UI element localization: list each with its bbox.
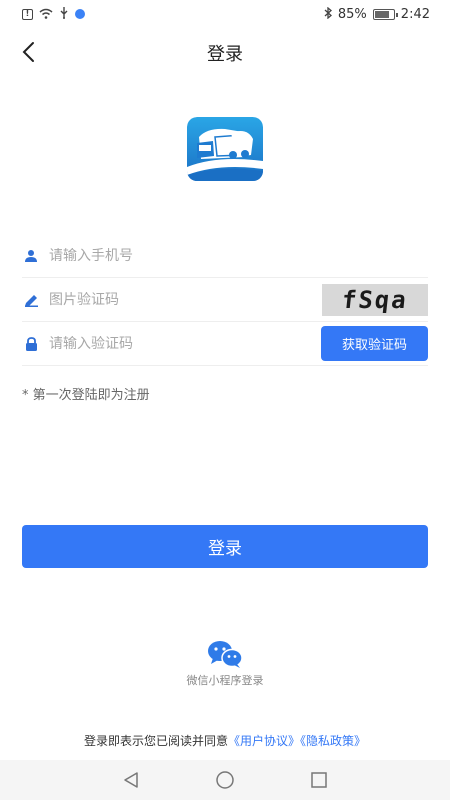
square-recents-icon[interactable] <box>307 768 331 792</box>
captcha-image[interactable]: fSqa <box>322 284 428 316</box>
battery-percent: 85% <box>337 6 367 22</box>
agreement-text: 登录即表示您已阅读并同意《用户协议》《隐私政策》 <box>0 732 450 749</box>
battery-icon <box>372 8 398 20</box>
phone-row <box>22 234 428 278</box>
sim-alert-icon: ! <box>22 8 33 20</box>
wechat-miniprogram-login[interactable]: 微信小程序登录 <box>0 640 450 688</box>
login-button[interactable]: 登录 <box>22 525 428 568</box>
captcha-row: fSqa <box>22 278 428 322</box>
user-icon <box>22 247 40 265</box>
register-hint: * 第一次登陆即为注册 <box>22 388 150 403</box>
privacy-policy-link[interactable]: 《隐私政策》 <box>300 734 366 748</box>
status-time: 2:42 <box>400 6 430 22</box>
page-title: 登录 <box>207 44 243 65</box>
agreement-prefix: 登录即表示您已阅读并同意 <box>83 734 228 748</box>
wifi-icon <box>39 8 53 21</box>
system-nav-bar <box>0 760 450 800</box>
captcha-input[interactable] <box>49 291 309 308</box>
status-bar: ! 85% 2:42 <box>0 0 450 28</box>
circle-home-icon[interactable] <box>213 768 237 792</box>
lock-icon <box>22 335 40 353</box>
sms-code-input[interactable] <box>49 335 309 352</box>
captcha-image-text: fSqa <box>340 286 410 314</box>
login-form: fSqa 获取验证码 <box>22 234 428 366</box>
status-left: ! <box>22 7 85 21</box>
sms-code-row: 获取验证码 <box>22 322 428 366</box>
phone-input[interactable] <box>49 247 309 264</box>
app-notification-icon <box>75 9 85 19</box>
truck-logo-icon <box>187 117 263 181</box>
usb-icon <box>59 7 69 21</box>
pencil-icon <box>22 291 40 309</box>
bluetooth-icon <box>324 6 332 21</box>
user-agreement-link[interactable]: 《用户协议》 <box>228 734 300 748</box>
triangle-back-icon[interactable] <box>119 768 143 792</box>
get-code-button[interactable]: 获取验证码 <box>321 326 428 361</box>
wechat-login-label: 微信小程序登录 <box>186 674 264 687</box>
app-logo <box>187 117 263 181</box>
status-right: 85% 2:42 <box>324 7 430 22</box>
header: 登录 <box>0 28 450 76</box>
wechat-icon <box>208 641 243 668</box>
